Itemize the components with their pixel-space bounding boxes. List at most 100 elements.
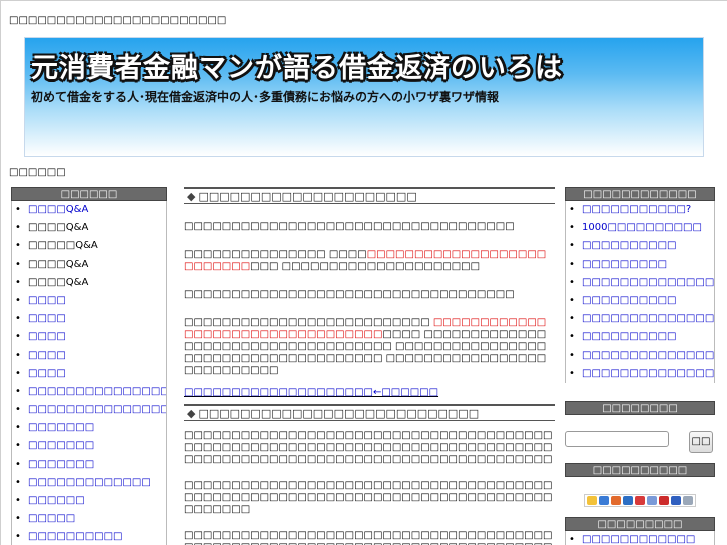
- bookmark-icon[interactable]: [599, 496, 609, 505]
- right-item[interactable]: □□□□□□□□□□□□□□□□□□□□□□: [566, 365, 714, 383]
- sidebar-item[interactable]: □□□□□□: [12, 492, 166, 510]
- sidebar-item[interactable]: □□□□□□□: [12, 456, 166, 474]
- right-link[interactable]: □□□□□□□□□□□□□□□□□□□□□□: [582, 313, 714, 324]
- right-item[interactable]: □□□□□□□□□□: [566, 237, 714, 255]
- sidebar-item: □□□□Q&A: [12, 219, 166, 237]
- sidebar-link[interactable]: □□□□□□□□□□: [28, 531, 122, 542]
- sidebar-item[interactable]: □□□□□□□□□□□□□: [12, 474, 166, 492]
- sidebar-link[interactable]: □□□□□□□: [28, 440, 94, 451]
- bookmark-icon[interactable]: [587, 496, 597, 505]
- sidebar-item: □□□□Q&A: [12, 256, 166, 274]
- article-link[interactable]: □□□□□□□□□□□□□□□□□□□□←□□□□□□: [184, 387, 438, 398]
- right-item[interactable]: □□□□□□□□□□: [566, 292, 714, 310]
- paragraph: □□□□□□□□□□□□□□□□□□□□□□□□□□□□□□□□□□□□□□□□…: [184, 430, 553, 465]
- section-heading-text: □□□□□□□□□□□□□□□□□□□□□: [198, 190, 417, 203]
- bookmark-icon[interactable]: [659, 496, 669, 505]
- bookmark-icon[interactable]: [635, 496, 645, 505]
- recent-heading: □□□□□□□□□: [565, 517, 715, 531]
- right-link[interactable]: □□□□□□□□□: [582, 259, 667, 270]
- paragraph-text: □□□□□□□□□□□□□□□ □□□□: [184, 249, 367, 260]
- sidebar-link[interactable]: □□□□□□: [28, 495, 85, 506]
- right-link[interactable]: □□□□□□□□□□□?: [582, 204, 691, 215]
- right-item[interactable]: □□□□□□□□□□□□□□□□□□□□□□: [566, 310, 714, 328]
- bookmark-icon[interactable]: [671, 496, 681, 505]
- sidebar-item[interactable]: □□□□: [12, 292, 166, 310]
- right-link[interactable]: □□□□□□□□□□□□□□□□: [582, 277, 714, 288]
- bookmark-icon[interactable]: [623, 496, 633, 505]
- sidebar-text: □□□□Q&A: [28, 222, 89, 234]
- social-bookmark-bar: [584, 494, 696, 507]
- paragraph-text: □□□□□□□□□□□□□□□□□□□□□□□□□□: [184, 317, 433, 328]
- sidebar-item[interactable]: □□□□□□□□□□: [12, 528, 166, 545]
- sidebar-text: □□□□□Q&A: [28, 240, 98, 252]
- right-item[interactable]: □□□□□□□□□: [566, 256, 714, 274]
- right-link[interactable]: □□□□□□□□□□□□□□□□□□□□□□: [582, 368, 714, 379]
- paragraph: □□□□□□□□□□□□□□□□□□□□□□□□□□□□□□□□□□□: [184, 289, 515, 300]
- sidebar-link[interactable]: □□□□: [28, 368, 66, 379]
- diamond-icon: ◆: [187, 190, 196, 203]
- paragraph: □□□□□□□□□□□□□□□ □□□□□□□□□□□□□□□□□□□□□□□□…: [184, 249, 555, 273]
- sidebar-item[interactable]: □□□□□□□□□□□□□□□□: [12, 383, 166, 401]
- bookmark-icon[interactable]: [683, 496, 693, 505]
- right-link[interactable]: 1000□□□□□□□□□□: [582, 222, 702, 233]
- sidebar-link[interactable]: □□□□□□□□□□□□□□□□: [28, 386, 166, 397]
- right-link[interactable]: □□□□□□□□□□: [582, 331, 676, 342]
- site-banner[interactable]: 元消費者金融マンが語る借金返済のいろは 初めて借金をする人･現在借金返済中の人･…: [24, 37, 704, 157]
- sidebar-link[interactable]: □□□□: [28, 331, 66, 342]
- sidebar-link[interactable]: □□□□□: [28, 513, 75, 524]
- right-link[interactable]: □□□□□□□□□□□□□□?: [582, 350, 714, 361]
- left-sidebar: □□□□□□ □□□□Q&A □□□□Q&A □□□□□Q&A □□□□Q&A …: [11, 187, 167, 545]
- sidebar-link[interactable]: □□□□□□□: [28, 459, 94, 470]
- right-item[interactable]: □□□□□□□□□□□□□□?: [566, 347, 714, 365]
- sidebar-item[interactable]: □□□□□□□□□□□□□□□: [12, 401, 166, 419]
- sidebar-item[interactable]: □□□□□□□: [12, 437, 166, 455]
- sidebar-item[interactable]: □□□□: [12, 365, 166, 383]
- recent-list: □□□□□□□□□□□□: [565, 531, 715, 545]
- right-link[interactable]: □□□□□□□□□□: [582, 295, 676, 306]
- sidebar-link[interactable]: □□□□Q&A: [28, 204, 88, 215]
- sidebar-text: □□□□Q&A: [28, 276, 89, 288]
- right-link[interactable]: □□□□□□□□□□: [582, 240, 676, 251]
- search-button[interactable]: □□: [689, 431, 713, 453]
- section-heading: ◆ □□□□□□□□□□□□□□□□□□□□□: [184, 187, 555, 204]
- sidebar-link[interactable]: □□□□: [28, 313, 66, 324]
- section-heading-text: □□□□□□□□□□□□□□□□□□□□□□□□□□□: [198, 407, 480, 420]
- paragraph: □□□□□□□□□□□□□□□□□□□□□□□□□□□□□□□□□□□: [184, 221, 515, 232]
- recent-box: □□□□□□□□□ □□□□□□□□□□□□: [565, 517, 715, 545]
- section-heading: ◆ □□□□□□□□□□□□□□□□□□□□□□□□□□□: [184, 404, 555, 421]
- right-item[interactable]: □□□□□□□□□□□?: [566, 201, 714, 219]
- right-item[interactable]: □□□□□□□□□□: [566, 328, 714, 346]
- sidebar-link[interactable]: □□□□: [28, 350, 66, 361]
- search-input[interactable]: [565, 431, 669, 447]
- sidebar-item[interactable]: □□□□: [12, 328, 166, 346]
- right-item[interactable]: 1000□□□□□□□□□□: [566, 219, 714, 237]
- left-sidebar-heading: □□□□□□: [11, 187, 167, 201]
- left-sidebar-list: □□□□Q&A □□□□Q&A □□□□□Q&A □□□□Q&A □□□□Q&A…: [11, 201, 167, 545]
- right-item[interactable]: □□□□□□□□□□□□□□□□: [566, 274, 714, 292]
- paragraph: □□□□□□□□□□□□□□□□□□□□□□□□□□□□□□□□□□□□□□□□…: [184, 480, 553, 515]
- right-sidebar: □□□□□□□□□□□□ □□□□□□□□□□□? 1000□□□□□□□□□□…: [565, 187, 715, 415]
- right-sidebar-heading: □□□□□□□□□□□□: [565, 187, 715, 201]
- site-title: 元消費者金融マンが語る借金返済のいろは: [31, 53, 563, 84]
- bookmark-heading: □□□□□□□□□□: [565, 463, 715, 477]
- sidebar-link[interactable]: □□□□: [28, 295, 66, 306]
- bookmark-icon[interactable]: [611, 496, 621, 505]
- paragraph: □□□□□□□□□□□□□□□□□□□□□□□□□□□□□□□□□□□□□□□□…: [184, 530, 553, 545]
- sidebar-link[interactable]: □□□□□□□: [28, 422, 94, 433]
- right-sidebar-list: □□□□□□□□□□□? 1000□□□□□□□□□□ □□□□□□□□□□ □…: [565, 201, 715, 383]
- sidebar-link[interactable]: □□□□□□□□□□□□□□□: [28, 404, 166, 415]
- sidebar-item[interactable]: □□□□: [12, 347, 166, 365]
- sidebar-item[interactable]: □□□□□: [12, 510, 166, 528]
- sidebar-item[interactable]: □□□□□□□: [12, 419, 166, 437]
- diamond-icon: ◆: [187, 407, 196, 420]
- paragraph: □□□□□□□□□□□□□□□□□□□□←□□□□□□: [184, 387, 555, 399]
- site-description: □□□□□□□□□□□□□□□□□□□□□□□: [9, 15, 227, 26]
- sidebar-item[interactable]: □□□□: [12, 310, 166, 328]
- bookmark-icon[interactable]: [647, 496, 657, 505]
- paragraph: □□□□□□□□□□□□□□□□□□□□□□□□□□ □□□□□□□□□□□□□…: [184, 317, 555, 377]
- breadcrumb: □□□□□□: [9, 167, 66, 178]
- right-link[interactable]: □□□□□□□□□□□□: [582, 534, 695, 545]
- sidebar-link[interactable]: □□□□□□□□□□□□□: [28, 477, 151, 488]
- sidebar-item[interactable]: □□□□Q&A: [12, 201, 166, 219]
- right-item[interactable]: □□□□□□□□□□□□: [566, 531, 714, 545]
